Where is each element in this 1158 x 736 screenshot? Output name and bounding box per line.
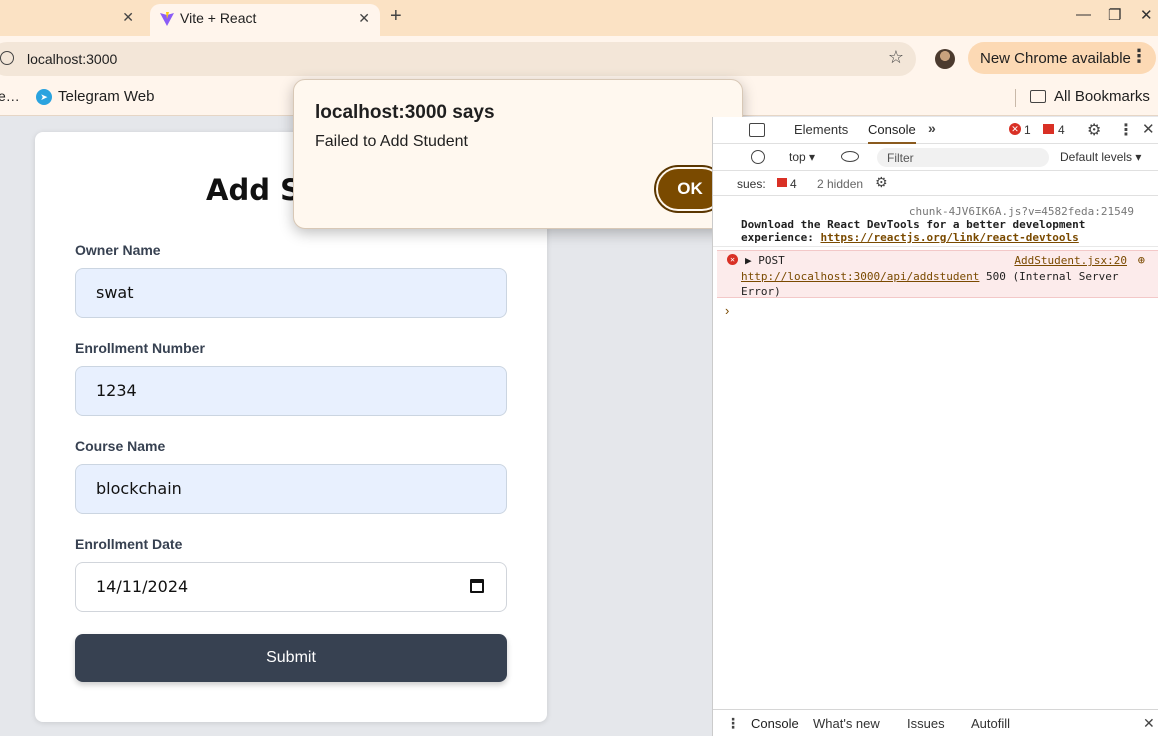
alert-dialog: localhost:3000 says Failed to Add Studen… <box>293 79 743 229</box>
console-filterbar: top ▾ Filter Default levels ▾ <box>713 145 1158 171</box>
context-select[interactable]: top ▾ <box>789 150 815 164</box>
drawer-tab-autofill[interactable]: Autofill <box>971 716 1010 731</box>
warning-flag-icon <box>1043 124 1054 134</box>
vite-favicon <box>160 12 174 26</box>
close-window-icon[interactable]: ✕ <box>1140 6 1153 24</box>
filter-input[interactable]: Filter <box>877 148 1049 167</box>
error-count[interactable]: 1 <box>1024 123 1031 137</box>
address-bar[interactable]: localhost:3000 ☆ <box>0 42 916 76</box>
tab-title: Vite + React <box>180 10 257 26</box>
owner-name-label: Owner Name <box>75 242 161 258</box>
plus-icon[interactable]: + <box>390 5 402 28</box>
telegram-icon: ➤ <box>36 89 52 105</box>
tab-previous[interactable]: ✕ <box>0 4 146 32</box>
enrollment-date-input[interactable]: 14/11/2024 <box>75 562 507 612</box>
enrollment-date-label: Enrollment Date <box>75 536 183 552</box>
tab-elements[interactable]: Elements <box>794 122 848 137</box>
gear-icon[interactable]: ⚙ <box>875 174 888 191</box>
eye-icon[interactable] <box>841 151 859 162</box>
devtools-panel: Elements Console » ✕ 1 4 ⚙ ⋮ ✕ top ▾ Fil… <box>712 117 1158 736</box>
minimize-icon[interactable]: — <box>1076 6 1091 23</box>
owner-name-input[interactable]: swat <box>75 268 507 318</box>
warning-flag-icon <box>777 178 787 187</box>
log-link[interactable]: https://reactjs.org/link/react-devtools <box>820 231 1078 244</box>
submit-button[interactable]: Submit <box>75 634 507 682</box>
restore-icon[interactable]: ❐ <box>1108 6 1121 24</box>
update-label: New Chrome available <box>980 50 1131 67</box>
calendar-icon[interactable] <box>470 579 484 593</box>
course-name-label: Course Name <box>75 438 166 454</box>
close-icon[interactable]: ✕ <box>1143 715 1155 732</box>
clear-console-icon[interactable] <box>751 150 765 164</box>
devtools-drawer: ⋮ Console What's new Issues Autofill ✕ <box>713 709 1158 736</box>
issues-bar: sues: 4 2 hidden ⚙ <box>713 172 1158 196</box>
all-bookmarks[interactable]: All Bookmarks <box>1054 88 1150 105</box>
kebab-icon[interactable]: ⋮ <box>1130 46 1148 67</box>
console-message-error: ✕ ▶ POST AddStudent.jsx:20 ⊕ http://loca… <box>717 250 1158 298</box>
course-name-input[interactable]: blockchain <box>75 464 507 514</box>
devtools-tabbar: Elements Console » ✕ 1 4 ⚙ ⋮ ✕ <box>713 117 1158 144</box>
log-url[interactable]: http://localhost:3000/api/addstudent <box>741 270 979 283</box>
kebab-icon[interactable]: ⋮ <box>1118 120 1134 140</box>
avatar[interactable] <box>935 49 955 69</box>
enrollment-number-input[interactable]: 1234 <box>75 366 507 416</box>
log-body: http://localhost:3000/api/addstudent 500… <box>741 269 1136 299</box>
console-message-info: chunk-4JV6IK6A.js?v=4582feda:21549 Downl… <box>713 197 1158 247</box>
star-icon[interactable]: ☆ <box>888 47 904 68</box>
folder-icon <box>1030 90 1046 103</box>
issues-count[interactable]: 4 <box>790 177 797 191</box>
gear-icon[interactable]: ⚙ <box>1087 120 1101 140</box>
log-method[interactable]: ▶ POST <box>745 254 785 267</box>
console-prompt[interactable]: › <box>725 303 729 318</box>
network-icon[interactable]: ⊕ <box>1138 253 1145 267</box>
error-icon: ✕ <box>1009 123 1021 135</box>
chevron-double-right-icon[interactable]: » <box>928 120 936 136</box>
bookmark-truncated[interactable]: e… <box>0 88 20 104</box>
levels-select[interactable]: Default levels ▾ <box>1060 150 1141 164</box>
tab-console[interactable]: Console <box>868 122 916 144</box>
error-icon: ✕ <box>727 254 738 265</box>
bookmark-telegram[interactable]: Telegram Web <box>58 88 154 105</box>
enrollment-date-value: 14/11/2024 <box>96 577 189 596</box>
log-source[interactable]: AddStudent.jsx:20 <box>1014 254 1127 267</box>
info-icon[interactable] <box>0 51 14 65</box>
enrollment-number-label: Enrollment Number <box>75 340 205 356</box>
alert-message: Failed to Add Student <box>315 133 468 150</box>
log-text: Download the React DevTools for a better… <box>741 218 1141 244</box>
filter-placeholder: Filter <box>887 151 914 165</box>
hidden-count: 2 hidden <box>817 177 864 191</box>
close-icon[interactable]: ✕ <box>1142 120 1155 138</box>
drawer-tab-console[interactable]: Console <box>751 716 799 736</box>
log-source[interactable]: chunk-4JV6IK6A.js?v=4582feda:21549 <box>909 205 1134 218</box>
tab-active[interactable]: Vite + React ✕ <box>150 4 380 36</box>
update-chrome-button[interactable]: New Chrome available ⋮ <box>968 42 1156 74</box>
close-icon[interactable]: ✕ <box>122 9 134 26</box>
divider <box>1015 89 1016 107</box>
close-icon[interactable]: ✕ <box>358 10 370 27</box>
browser-toolbar: localhost:3000 ☆ New Chrome available ⋮ <box>0 36 1158 80</box>
url-text[interactable]: localhost:3000 <box>27 51 117 67</box>
kebab-icon[interactable]: ⋮ <box>726 715 740 732</box>
tab-strip: ✕ Vite + React ✕ + — ❐ ✕ <box>0 0 1158 36</box>
issues-label: sues: <box>737 177 766 191</box>
alert-title: localhost:3000 says <box>315 102 495 123</box>
warning-count[interactable]: 4 <box>1058 123 1065 137</box>
drawer-tab-issues[interactable]: Issues <box>907 716 945 731</box>
drawer-tab-whats-new[interactable]: What's new <box>813 716 880 731</box>
device-toolbar-icon[interactable] <box>749 123 765 137</box>
